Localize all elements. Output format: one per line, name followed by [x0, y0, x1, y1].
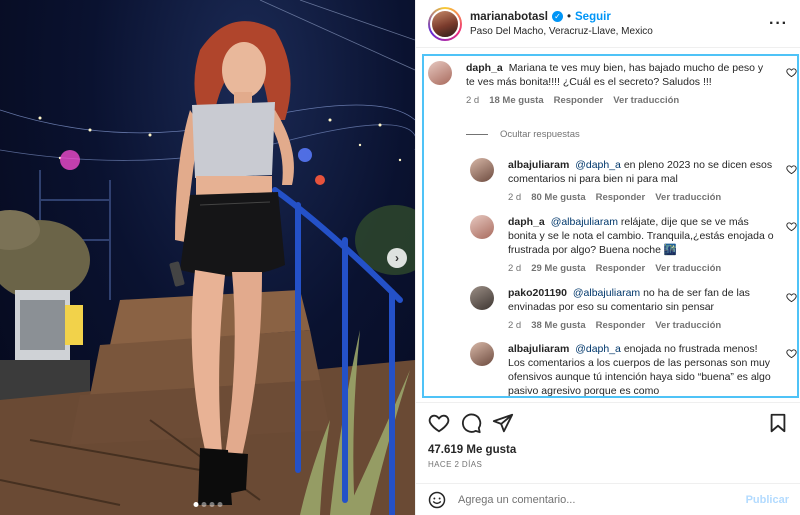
comment-time[interactable]: 2 d: [466, 95, 479, 106]
reply-item: pako201190 @albajuliaram no ha de ser fa…: [470, 286, 797, 331]
post-photo: ›: [0, 0, 415, 515]
reply-item: daph_a @albajuliaram relájate, dije que …: [470, 215, 797, 274]
reply-button[interactable]: Responder: [596, 320, 646, 331]
comment-mention[interactable]: @albajuliaram: [573, 287, 640, 299]
comment-avatar[interactable]: [428, 61, 452, 85]
carousel-dot: [217, 502, 222, 507]
comment-username[interactable]: daph_a: [466, 62, 503, 74]
comment-avatar[interactable]: [470, 342, 494, 366]
post-header: marianabotasl ✓ • Seguir Paso Del Macho,…: [416, 0, 800, 48]
reply-button[interactable]: Responder: [596, 263, 646, 274]
verified-icon: ✓: [551, 11, 563, 22]
post-time[interactable]: HACE 2 DÍAS: [428, 460, 482, 469]
author-avatar[interactable]: [428, 6, 462, 41]
heart-icon[interactable]: [786, 164, 797, 175]
comment-text: Mariana te ves muy bien, has bajado much…: [466, 62, 764, 88]
carousel-next-button[interactable]: ›: [387, 248, 407, 268]
comment-likes[interactable]: 18 Me gusta: [489, 95, 543, 106]
heart-icon[interactable]: [786, 292, 797, 303]
post-actions: [416, 402, 800, 442]
author-username[interactable]: marianabotasl: [470, 11, 548, 23]
comments-section: daph_a Mariana te ves muy bien, has baja…: [422, 54, 799, 398]
translate-button[interactable]: Ver traducción: [613, 95, 679, 106]
comment-username[interactable]: daph_a: [508, 216, 545, 228]
chevron-right-icon: ›: [395, 251, 399, 265]
comment-mention[interactable]: @daph_a: [575, 159, 621, 171]
comment-time[interactable]: 2 d: [508, 263, 521, 274]
comment-likes[interactable]: 80 Me gusta: [531, 192, 585, 203]
comment-username[interactable]: albajuliaram: [508, 343, 569, 355]
bookmark-icon[interactable]: [767, 412, 789, 434]
hide-replies-label: Ocultar respuestas: [500, 129, 580, 140]
emoji-icon[interactable]: [428, 491, 446, 509]
comment-avatar[interactable]: [470, 215, 494, 239]
comment-mention[interactable]: @albajuliaram: [551, 216, 618, 228]
comment-item: daph_a Mariana te ves muy bien, has baja…: [428, 61, 797, 106]
comment-likes[interactable]: 38 Me gusta: [531, 320, 585, 331]
follow-button[interactable]: Seguir: [575, 11, 611, 23]
separator-bullet: •: [566, 10, 572, 23]
comment-mention[interactable]: @daph_a: [575, 343, 621, 355]
more-icon[interactable]: ···: [769, 15, 788, 33]
share-icon[interactable]: [492, 412, 514, 434]
carousel-dot: [209, 502, 214, 507]
reply-item: albajuliaram @daph_a en pleno 2023 no se…: [470, 158, 797, 203]
comment-avatar[interactable]: [470, 158, 494, 182]
heart-icon[interactable]: [786, 348, 797, 359]
comment-time[interactable]: 2 d: [508, 192, 521, 203]
comment-text: relájate, dije que se ve más bonita y se…: [508, 216, 774, 256]
comment-icon[interactable]: [460, 412, 482, 434]
comment-username[interactable]: pako201190: [508, 287, 567, 299]
comment-avatar[interactable]: [470, 286, 494, 310]
reply-button[interactable]: Responder: [596, 192, 646, 203]
translate-button[interactable]: Ver traducción: [655, 263, 721, 274]
heart-icon[interactable]: [428, 412, 450, 434]
publish-button[interactable]: Publicar: [746, 494, 789, 506]
reply-item: albajuliaram @daph_a enojada no frustrad…: [470, 342, 797, 396]
comment-likes[interactable]: 29 Me gusta: [531, 263, 585, 274]
photo-illustration: [0, 0, 415, 515]
comment-username[interactable]: albajuliaram: [508, 159, 569, 171]
hide-replies-button[interactable]: Ocultar respuestas: [466, 129, 580, 140]
comment-time[interactable]: 2 d: [508, 320, 521, 331]
heart-icon[interactable]: [786, 221, 797, 232]
likes-count[interactable]: 47.619 Me gusta: [428, 444, 516, 456]
carousel-dots: [193, 502, 222, 507]
carousel-dot: [201, 502, 206, 507]
translate-button[interactable]: Ver traducción: [655, 192, 721, 203]
heart-icon[interactable]: [786, 67, 797, 78]
add-comment-bar: Publicar: [416, 483, 800, 515]
carousel-dot: [193, 502, 198, 507]
post-location[interactable]: Paso Del Macho, Veracruz-Llave, Mexico: [470, 26, 769, 37]
comment-input[interactable]: [458, 493, 746, 506]
post-panel: marianabotasl ✓ • Seguir Paso Del Macho,…: [415, 0, 800, 515]
translate-button[interactable]: Ver traducción: [655, 320, 721, 331]
reply-button[interactable]: Responder: [554, 95, 604, 106]
